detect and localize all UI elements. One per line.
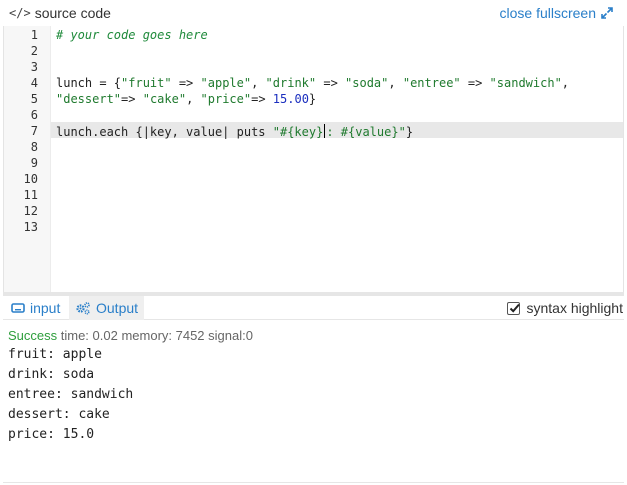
code-icon: </>	[9, 6, 31, 20]
syntax-highlight-checkbox[interactable]	[507, 301, 521, 315]
header-bar: </> source code close fullscreen	[0, 0, 627, 26]
output-line: entree: sandwich	[8, 387, 134, 402]
line-number: 1	[30, 28, 38, 42]
code-token: }	[308, 92, 317, 106]
close-fullscreen-label[interactable]: close fullscreen	[500, 5, 597, 21]
string-token: : #{value}"	[326, 125, 406, 139]
output-line: fruit: apple	[8, 347, 102, 362]
io-tabs-bar: input Output syntax highlight	[3, 296, 624, 320]
code-token: =>	[316, 76, 346, 90]
checkmark-icon	[510, 303, 521, 313]
close-fullscreen-button[interactable]: close fullscreen	[500, 5, 614, 21]
line-number: 13	[23, 220, 38, 234]
line-number: 4	[30, 76, 38, 90]
output-panel: Success time: 0.02 memory: 7452 signal:0…	[3, 321, 624, 482]
source-code-title: </> source code	[9, 5, 111, 21]
line-number: 12	[23, 204, 38, 218]
string-token: "price"	[200, 92, 252, 106]
code-token: ,	[186, 92, 201, 106]
string-token: "cake"	[142, 92, 187, 106]
line-number: 5	[30, 92, 38, 106]
line-number: 9	[30, 156, 38, 170]
output-line: drink: soda	[8, 367, 95, 382]
string-token: "apple"	[200, 76, 252, 90]
string-token: "fruit"	[121, 76, 172, 90]
number-token: 15.00	[272, 92, 309, 106]
code-token: ,	[388, 76, 403, 90]
gears-icon	[76, 302, 90, 315]
code-line-comment[interactable]: # your code goes here	[56, 28, 208, 42]
tab-input-label[interactable]: input	[30, 300, 60, 316]
code-token: lunch = {	[56, 76, 122, 90]
expand-arrows-icon[interactable]	[601, 7, 613, 19]
syntax-highlight-toggle[interactable]: syntax highlight	[507, 300, 623, 316]
string-token: "soda"	[345, 76, 389, 90]
syntax-highlight-label[interactable]: syntax highlight	[526, 300, 623, 316]
string-token: "entree"	[402, 76, 461, 90]
line-number: 2	[30, 44, 38, 58]
status-details: time: 0.02 memory: 7452 signal:0	[57, 328, 253, 343]
line-number: 3	[30, 60, 38, 74]
string-token: "dessert"	[56, 92, 122, 106]
line-number: 11	[23, 188, 38, 202]
code-token: ,	[251, 76, 266, 90]
code-token: lunch.each {|key, value| puts	[56, 125, 273, 139]
string-token: "#{key}	[272, 125, 324, 139]
line-number: 7	[30, 124, 38, 138]
line-number: 10	[23, 172, 38, 186]
tab-input[interactable]: input	[5, 296, 66, 320]
string-token: "drink"	[265, 76, 317, 90]
code-token: =>	[460, 76, 490, 90]
code-token: }	[405, 125, 414, 139]
tab-output[interactable]: Output	[69, 296, 145, 320]
output-line: price: 15.0	[8, 427, 95, 442]
keyboard-icon	[11, 303, 25, 313]
status-success: Success	[8, 328, 58, 343]
string-token: "sandwich"	[489, 76, 562, 90]
code-editor[interactable]: 1 2 3 4 5 6 7 8 9 10 11 12 13 # your cod…	[3, 26, 624, 292]
code-token: =>	[171, 76, 201, 90]
code-token: =>	[121, 92, 143, 106]
tab-output-label[interactable]: Output	[96, 300, 138, 316]
run-status: Success time: 0.02 memory: 7452 signal:0	[8, 328, 253, 343]
code-token: =>	[251, 92, 273, 106]
output-line: dessert: cake	[8, 407, 110, 422]
code-line-hash[interactable]: lunch = {"fruit" => "apple", "drink" => …	[56, 76, 569, 90]
line-number: 8	[30, 140, 38, 154]
bottom-border	[3, 482, 624, 483]
line-number: 6	[30, 108, 38, 122]
code-line-hash-cont[interactable]: "dessert"=> "cake", "price"=> 15.00}	[56, 92, 316, 106]
code-line-each[interactable]: lunch.each {|key, value| puts "#{key}: #…	[56, 124, 413, 139]
title-label: source code	[34, 5, 111, 21]
code-token: ,	[561, 76, 570, 90]
